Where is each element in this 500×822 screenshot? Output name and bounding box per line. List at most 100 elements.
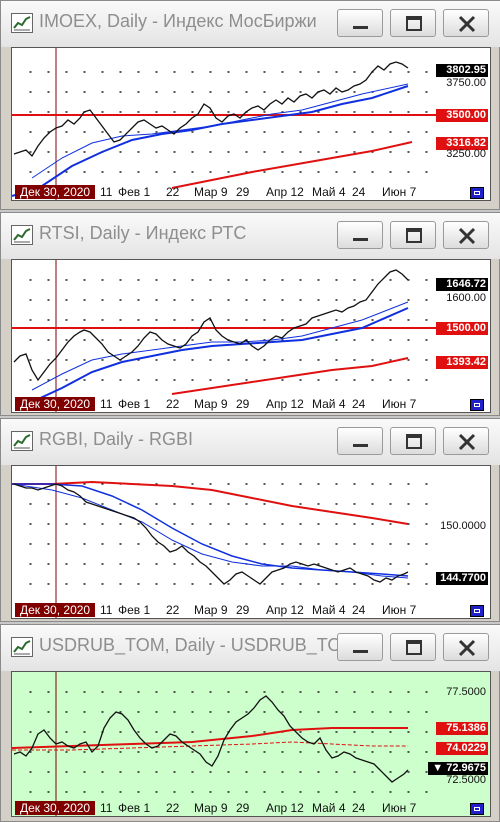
- cursor-date-label: Дек 30, 2020: [15, 603, 96, 617]
- grid-dots: [29, 691, 433, 793]
- x-axis-tick: Фев 1: [118, 185, 151, 199]
- price-chart-area[interactable]: 77.5000 75.1386 74.0229 ▼ 72.9675 72.500…: [11, 671, 491, 817]
- price-axis-tick: 1600.00: [446, 292, 486, 304]
- x-axis-tick: 11: [100, 603, 113, 617]
- close-button[interactable]: [443, 633, 489, 661]
- price-candles: [13, 269, 409, 382]
- price-chart-svg: [12, 260, 437, 412]
- price-axis-tick: 3750.00: [446, 77, 486, 89]
- price-candles: [13, 483, 409, 585]
- x-axis-tick: 24: [352, 397, 366, 411]
- price-chart-area[interactable]: 1646.72 1600.00 1500.00 1393.42 Дек 30, …: [11, 259, 491, 413]
- grid-dots: [29, 279, 433, 381]
- window-titlebar[interactable]: RGBI, Daily - RGBI: [1, 419, 500, 465]
- x-axis-tick: 22: [166, 185, 180, 199]
- current-price-label: 144.7700: [436, 572, 488, 585]
- close-button[interactable]: [443, 221, 489, 249]
- x-axis-tick: Фев 1: [118, 603, 151, 617]
- x-axis-tick: Мар 9: [194, 185, 228, 199]
- chart-window-imoex: IMOEX, Daily - Индекс МосБиржи 3802.95 3…: [0, 0, 500, 210]
- moving-average-20: [31, 83, 409, 179]
- chart-app-icon: [11, 637, 33, 657]
- maximize-icon: [406, 228, 422, 243]
- x-axis-tick: Июн 7: [382, 185, 417, 199]
- chart-app-icon: [11, 225, 33, 245]
- maximize-icon: [406, 434, 422, 449]
- minimize-button[interactable]: [337, 9, 383, 37]
- x-axis-tick: Май 4: [312, 185, 346, 199]
- minimize-icon: [353, 444, 368, 447]
- maximize-icon: [406, 16, 422, 31]
- moving-average-price-label: 75.1386: [436, 722, 488, 735]
- close-icon: [458, 639, 476, 657]
- minimize-button[interactable]: [337, 221, 383, 249]
- window-titlebar[interactable]: USDRUB_TOM, Daily - USDRUB_TOM: [1, 625, 500, 671]
- scroll-to-end-button[interactable]: [470, 803, 484, 815]
- chart-window-rgbi: RGBI, Daily - RGBI 150.0000 144.7700 Дек…: [0, 418, 500, 622]
- x-axis-tick: 29: [236, 603, 250, 617]
- x-axis-tick: Мар 9: [194, 603, 228, 617]
- maximize-button[interactable]: [390, 633, 436, 661]
- minimize-icon: [353, 26, 368, 29]
- x-axis-tick: 24: [352, 185, 366, 199]
- x-axis-tick: 29: [236, 397, 250, 411]
- x-axis-tick: 22: [166, 603, 180, 617]
- x-axis-tick: Апр 12: [266, 185, 304, 199]
- maximize-button[interactable]: [390, 427, 436, 455]
- chart-window-usdrub: USDRUB_TOM, Daily - USDRUB_TOM 77.5000 7…: [0, 624, 500, 822]
- price-candles: [13, 695, 409, 783]
- cursor-date-label: Дек 30, 2020: [15, 801, 96, 815]
- moving-average-price-label: 74.0229: [436, 742, 488, 755]
- x-axis-tick: Май 4: [312, 801, 346, 815]
- x-axis-tick: 11: [100, 801, 113, 815]
- x-axis-tick: Фев 1: [118, 397, 151, 411]
- cursor-date-label: Дек 30, 2020: [15, 397, 96, 411]
- maximize-button[interactable]: [390, 9, 436, 37]
- scroll-to-end-button[interactable]: [470, 605, 484, 617]
- current-price-label: 1646.72: [436, 278, 488, 291]
- x-axis-tick: Июн 7: [382, 603, 417, 617]
- moving-average-200: [171, 357, 409, 395]
- close-icon: [458, 227, 476, 245]
- level-price-label[interactable]: 1500.00: [436, 322, 488, 335]
- window-titlebar[interactable]: IMOEX, Daily - Индекс МосБиржи: [1, 1, 500, 47]
- x-axis-tick: 11: [100, 397, 113, 411]
- cursor-date-label: Дек 30, 2020: [15, 185, 96, 199]
- maximize-icon: [406, 640, 422, 655]
- x-axis-tick: 11: [100, 185, 113, 199]
- price-axis-tick: 77.5000: [446, 686, 486, 698]
- x-axis-tick: 29: [236, 801, 250, 815]
- maximize-button[interactable]: [390, 221, 436, 249]
- grid-dots: [29, 483, 433, 585]
- price-axis-tick: 150.0000: [440, 520, 486, 532]
- level-price-label[interactable]: 3500.00: [436, 109, 488, 122]
- x-axis-tick: Апр 12: [266, 397, 304, 411]
- x-axis-tick: 29: [236, 185, 250, 199]
- price-chart-svg: [12, 672, 433, 816]
- close-button[interactable]: [443, 9, 489, 37]
- price-chart-area[interactable]: 150.0000 144.7700 Дек 30, 2020 11 Фев 1 …: [11, 465, 491, 619]
- x-axis-tick: Фев 1: [118, 801, 151, 815]
- x-axis-tick: 24: [352, 801, 366, 815]
- minimize-icon: [353, 650, 368, 653]
- price-chart-area[interactable]: 3802.95 3750.00 3500.00 3316.82 3250.00 …: [11, 47, 491, 201]
- moving-average-200: [12, 480, 409, 525]
- price-chart-svg: [12, 466, 433, 618]
- x-axis-tick: Мар 9: [194, 397, 228, 411]
- current-price-label: 3802.95: [436, 64, 488, 77]
- x-axis-tick: Июн 7: [382, 801, 417, 815]
- x-axis-tick: Апр 12: [266, 801, 304, 815]
- window-title: RGBI, Daily - RGBI: [39, 429, 194, 449]
- minimize-button[interactable]: [337, 427, 383, 455]
- x-axis-tick: Апр 12: [266, 603, 304, 617]
- window-titlebar[interactable]: RTSI, Daily - Индекс РТС: [1, 213, 500, 259]
- minimize-button[interactable]: [337, 633, 383, 661]
- close-button[interactable]: [443, 427, 489, 455]
- chart-app-icon: [11, 13, 33, 33]
- scroll-to-end-button[interactable]: [470, 399, 484, 411]
- moving-average-price-label: 1393.42: [436, 356, 488, 369]
- x-axis-tick: Май 4: [312, 603, 346, 617]
- scroll-to-end-button[interactable]: [470, 187, 484, 199]
- x-axis-tick: Май 4: [312, 397, 346, 411]
- x-axis-tick: Июн 7: [382, 397, 417, 411]
